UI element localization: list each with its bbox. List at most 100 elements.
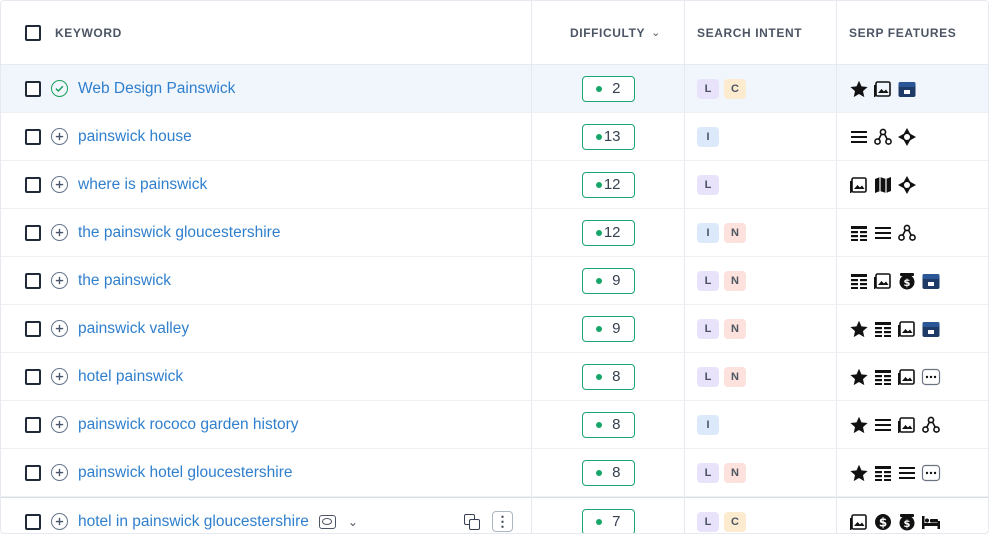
difficulty-cell: 12	[532, 209, 685, 256]
row-checkbox[interactable]	[25, 272, 41, 289]
intent-badge-l[interactable]: L	[697, 270, 719, 291]
intent-badge-n[interactable]: N	[724, 462, 746, 483]
table-row[interactable]: painswick valley 9 L N	[1, 305, 988, 353]
keyword-cell: where is painswick	[1, 161, 532, 208]
star-icon	[849, 79, 869, 99]
add-to-list-plus-icon[interactable]	[51, 272, 68, 289]
intent-badge-n[interactable]: N	[724, 270, 746, 291]
intent-badge-i[interactable]: I	[697, 126, 719, 147]
difficulty-badge[interactable]: 12	[581, 219, 635, 246]
intent-badge-l[interactable]: L	[697, 174, 719, 195]
table-icon	[873, 367, 893, 387]
difficulty-header-label[interactable]: DIFFICULTY	[570, 26, 645, 40]
add-to-list-plus-icon[interactable]	[51, 513, 68, 530]
row-checkbox[interactable]	[25, 176, 41, 193]
difficulty-badge[interactable]: 2	[581, 75, 635, 102]
difficulty-value: 12	[603, 176, 621, 193]
add-to-list-plus-icon[interactable]	[51, 128, 68, 145]
serp-preview-eye-icon[interactable]	[318, 514, 336, 529]
intent-badge-n[interactable]: N	[724, 222, 746, 243]
add-to-list-plus-icon[interactable]	[51, 176, 68, 193]
keyword-link[interactable]: painswick valley	[78, 320, 189, 338]
row-checkbox[interactable]	[25, 320, 41, 337]
select-all-checkbox[interactable]	[25, 24, 41, 41]
add-to-list-plus-icon[interactable]	[51, 464, 68, 481]
serp-features-header-label[interactable]: SERP FEATURES	[849, 26, 956, 40]
intent-badge-n[interactable]: N	[724, 366, 746, 387]
row-checkbox[interactable]	[25, 128, 41, 145]
intent-badge-l[interactable]: L	[697, 511, 719, 532]
keyword-link[interactable]: where is painswick	[78, 176, 207, 194]
copy-icon[interactable]	[464, 513, 480, 530]
intent-badge-l[interactable]: L	[697, 318, 719, 339]
search-intent-header-label[interactable]: SEARCH INTENT	[697, 26, 802, 40]
list-icon	[873, 223, 893, 243]
difficulty-badge[interactable]: 13	[581, 123, 635, 150]
table-row[interactable]: the painswick 9 L N $	[1, 257, 988, 305]
image-icon	[897, 367, 917, 387]
keyword-link[interactable]: painswick hotel gloucestershire	[78, 464, 293, 482]
intent-badge-i[interactable]: I	[697, 414, 719, 435]
serp-features-cell: $	[837, 257, 988, 304]
row-checkbox[interactable]	[25, 224, 41, 241]
difficulty-badge[interactable]: 12	[581, 171, 635, 198]
table-icon	[873, 319, 893, 339]
intent-badge-c[interactable]: C	[724, 78, 746, 99]
added-check-icon[interactable]	[51, 80, 68, 97]
table-row[interactable]: the painswick gloucestershire 12 I N	[1, 209, 988, 257]
row-checkbox[interactable]	[25, 368, 41, 385]
more-icon[interactable]	[921, 367, 941, 387]
keyword-link[interactable]: the painswick	[78, 272, 171, 290]
table-row[interactable]: hotel painswick 8 L N	[1, 353, 988, 401]
table-row[interactable]: where is painswick 12 L	[1, 161, 988, 209]
difficulty-value: 7	[612, 513, 621, 530]
keyword-link[interactable]: Web Design Painswick	[78, 80, 235, 98]
row-checkbox[interactable]	[25, 464, 41, 481]
image-icon	[873, 271, 893, 291]
intent-badge-l[interactable]: L	[697, 462, 719, 483]
row-checkbox[interactable]	[25, 513, 41, 530]
serp-features-cell	[837, 353, 988, 400]
local-pack-icon	[921, 271, 941, 291]
difficulty-badge[interactable]: 7	[581, 508, 635, 533]
table-row[interactable]: hotel in painswick gloucestershire ⌄ ⋮ 7 L C $…	[1, 497, 988, 533]
intent-badge-n[interactable]: N	[724, 318, 746, 339]
difficulty-dot-icon	[595, 85, 602, 92]
keyword-link[interactable]: hotel in painswick gloucestershire	[78, 513, 309, 531]
difficulty-column-header[interactable]: DIFFICULTY ⌄	[532, 1, 685, 64]
intent-badge-l[interactable]: L	[697, 78, 719, 99]
row-checkbox[interactable]	[25, 80, 41, 97]
difficulty-badge[interactable]: 9	[581, 315, 635, 342]
intent-badge-c[interactable]: C	[724, 511, 746, 532]
add-to-list-plus-icon[interactable]	[51, 368, 68, 385]
keyword-link[interactable]: the painswick gloucestershire	[78, 224, 280, 242]
keyword-header-label[interactable]: KEYWORD	[55, 26, 122, 40]
sort-chevron-down-icon[interactable]: ⌄	[651, 26, 660, 39]
table-row[interactable]: painswick hotel gloucestershire 8 L N	[1, 449, 988, 497]
ad-icon: $	[897, 271, 917, 291]
difficulty-badge[interactable]: 8	[581, 459, 635, 486]
expand-chevron-down-icon[interactable]: ⌄	[348, 515, 358, 529]
row-checkbox[interactable]	[25, 416, 41, 433]
difficulty-badge[interactable]: 8	[581, 411, 635, 438]
difficulty-badge[interactable]: 9	[581, 267, 635, 294]
add-to-list-plus-icon[interactable]	[51, 416, 68, 433]
more-options-kebab-icon[interactable]: ⋮	[492, 511, 513, 532]
difficulty-badge[interactable]: 8	[581, 363, 635, 390]
intent-badge-i[interactable]: I	[697, 222, 719, 243]
intent-badge-l[interactable]: L	[697, 366, 719, 387]
svg-text:$: $	[904, 519, 911, 530]
search-intent-cell: LN	[685, 305, 837, 352]
add-to-list-plus-icon[interactable]	[51, 320, 68, 337]
keyword-link[interactable]: hotel painswick	[78, 368, 183, 386]
table-row[interactable]: Web Design Painswick 2 L C	[1, 65, 988, 113]
table-row[interactable]: painswick rococo garden history 8 I	[1, 401, 988, 449]
ad-icon: $	[897, 512, 917, 532]
table-row[interactable]: painswick house 13 I	[1, 113, 988, 161]
add-to-list-plus-icon[interactable]	[51, 224, 68, 241]
eye-pupil-shape	[322, 518, 333, 525]
keyword-link[interactable]: painswick rococo garden history	[78, 416, 299, 434]
more-icon[interactable]	[921, 463, 941, 483]
knowledge-panel-icon	[897, 127, 917, 147]
keyword-link[interactable]: painswick house	[78, 128, 192, 146]
